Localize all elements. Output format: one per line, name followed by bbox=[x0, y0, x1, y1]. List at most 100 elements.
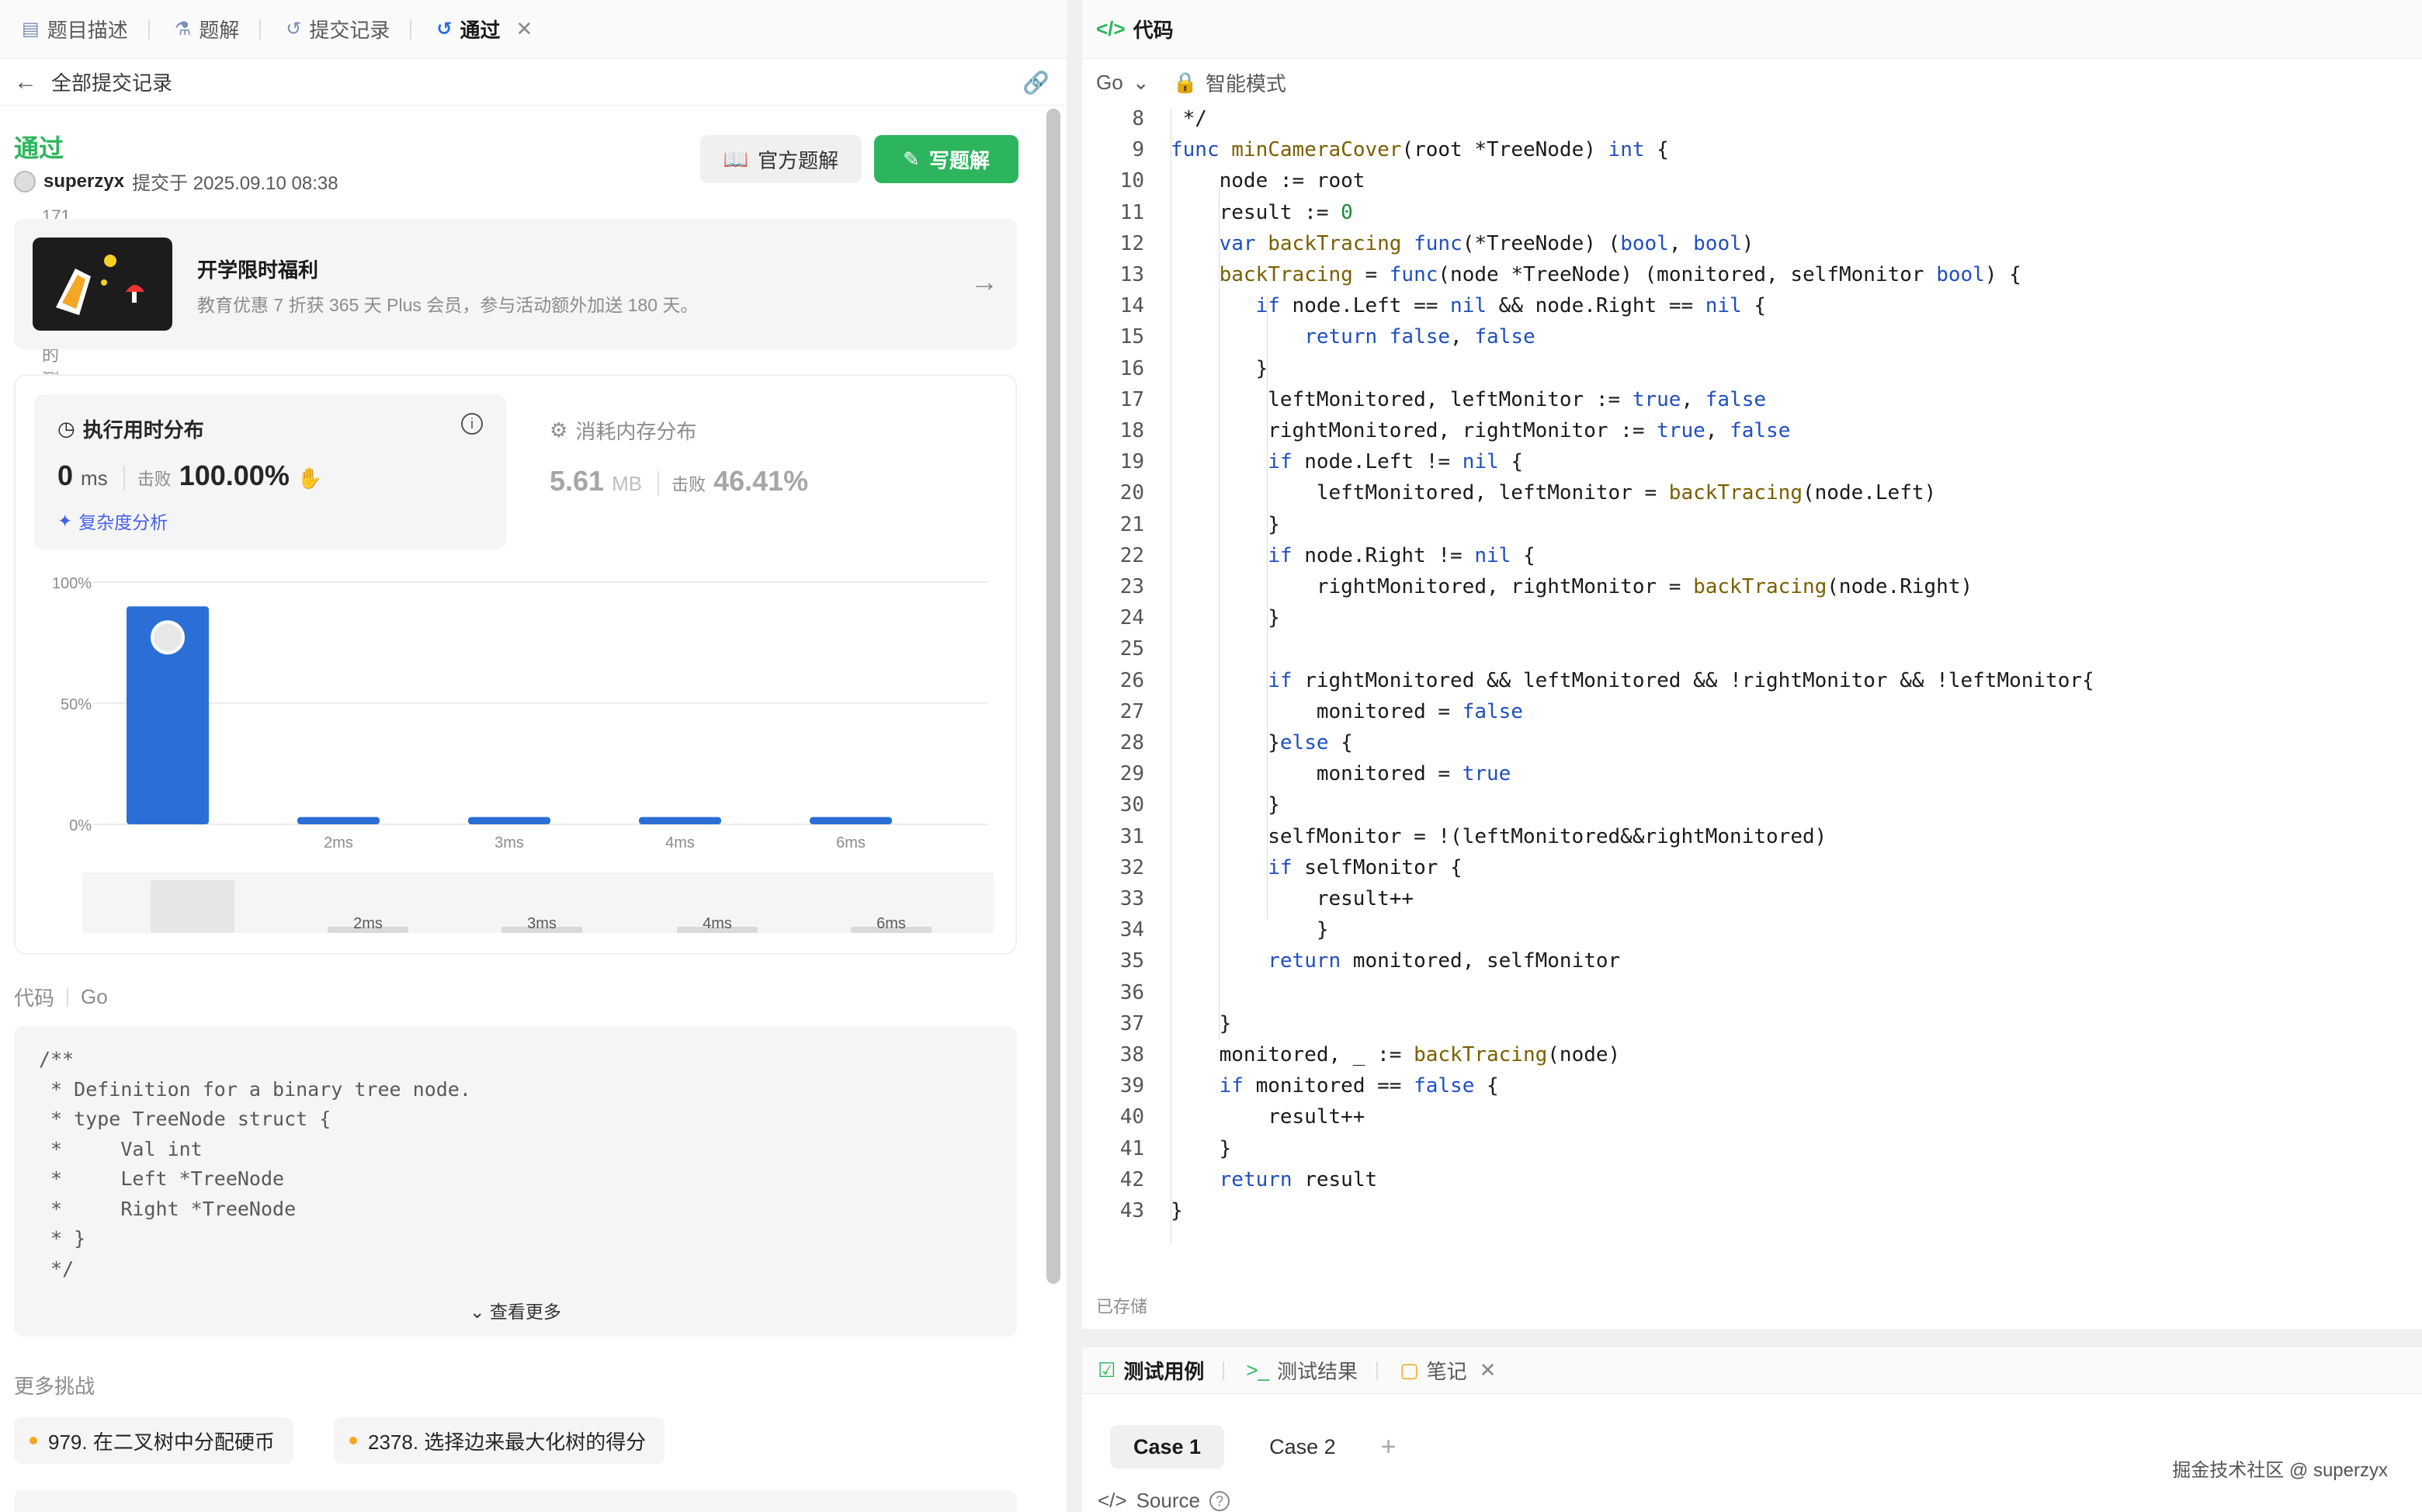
chart-bar[interactable] bbox=[810, 817, 892, 824]
help-icon[interactable]: ? bbox=[1209, 1490, 1230, 1511]
show-more-button[interactable]: ⌄ 查看更多 bbox=[14, 1296, 1017, 1337]
book-icon: 📖 bbox=[723, 147, 749, 171]
code-line[interactable]: } bbox=[1171, 513, 1280, 536]
vertical-splitter[interactable] bbox=[1067, 0, 1082, 1512]
arrow-right-icon[interactable]: → bbox=[970, 265, 998, 298]
line-number: 21 bbox=[1119, 512, 1144, 536]
language-select[interactable]: Go ⌄ bbox=[1096, 71, 1149, 95]
code-line[interactable]: backTracing = func(node *TreeNode) (moni… bbox=[1171, 263, 2021, 286]
official-solution-button[interactable]: 📖 官方题解 bbox=[700, 135, 862, 183]
code-line[interactable]: return monitored, selfMonitor bbox=[1171, 949, 1620, 973]
code-line[interactable]: leftMonitored, leftMonitor = backTracing… bbox=[1171, 481, 1936, 505]
code-line[interactable]: leftMonitored, leftMonitor := true, fals… bbox=[1171, 388, 1766, 411]
code-line[interactable]: selfMonitor = !(leftMonitored&&rightMoni… bbox=[1171, 825, 1827, 848]
code-line[interactable]: }else { bbox=[1171, 731, 1353, 754]
chart-bar[interactable] bbox=[468, 817, 550, 824]
tab-solutions[interactable]: ⚗ 题解 bbox=[162, 0, 274, 59]
line-number: 40 bbox=[1119, 1105, 1144, 1129]
code-line[interactable]: } bbox=[1171, 1012, 1232, 1035]
navigator-window[interactable] bbox=[151, 880, 234, 933]
close-icon[interactable]: ✕ bbox=[1480, 1358, 1497, 1382]
promo-banner[interactable]: 开学限时福利 教育优惠 7 折获 365 天 Plus 会员，参与活动额外加送 … bbox=[14, 219, 1017, 349]
sparkle-icon: ✦ bbox=[57, 510, 73, 531]
code-line[interactable]: result++ bbox=[1171, 887, 1414, 910]
tab-testcase[interactable]: ☑ 测试用例 bbox=[1098, 1356, 1235, 1385]
case-2-tab[interactable]: Case 2 bbox=[1246, 1425, 1359, 1469]
line-number: 22 bbox=[1119, 543, 1144, 567]
back-arrow-icon[interactable]: ← bbox=[14, 69, 37, 95]
code-line[interactable]: monitored = true bbox=[1171, 762, 1511, 785]
code-line[interactable]: return false, false bbox=[1171, 325, 1535, 349]
code-line[interactable]: if rightMonitored && leftMonitored && !r… bbox=[1171, 669, 2094, 692]
submitted-code: /** * Definition for a binary tree node.… bbox=[14, 1026, 1017, 1337]
code-line[interactable]: } bbox=[1171, 1199, 1183, 1222]
source-label: Source bbox=[1136, 1489, 1200, 1512]
line-number: 11 bbox=[1119, 200, 1144, 224]
link-icon[interactable]: 🔗 bbox=[1022, 70, 1050, 95]
username[interactable]: superzyx bbox=[43, 171, 124, 192]
tab-label: 题解 bbox=[199, 19, 240, 42]
left-scrollbar[interactable] bbox=[1046, 109, 1060, 1284]
back-label[interactable]: 全部提交记录 bbox=[51, 68, 172, 96]
code-line[interactable]: rightMonitored, rightMonitor = backTraci… bbox=[1171, 575, 1973, 598]
difficulty-dot bbox=[29, 1437, 37, 1444]
code-icon: </> bbox=[1096, 17, 1126, 40]
code-line[interactable]: } bbox=[1171, 793, 1280, 817]
code-line[interactable]: var backTracing func(*TreeNode) (bool, b… bbox=[1171, 232, 1754, 255]
code-line[interactable]: rightMonitored, rightMonitor := true, fa… bbox=[1171, 419, 1790, 442]
line-number: 19 bbox=[1119, 450, 1144, 474]
code-line[interactable]: result++ bbox=[1171, 1105, 1365, 1129]
source-toggle[interactable]: </> Source ? bbox=[1098, 1489, 1230, 1512]
code-line[interactable]: return result bbox=[1171, 1168, 1378, 1191]
code-line[interactable]: if monitored == false { bbox=[1171, 1074, 1499, 1098]
line-number: 9 bbox=[1132, 138, 1144, 162]
challenge-label: 2378. 选择边来最大化树的得分 bbox=[368, 1430, 647, 1454]
tab-description[interactable]: ▤ 题目描述 bbox=[9, 0, 162, 59]
line-number: 12 bbox=[1119, 231, 1144, 255]
y-tick-label: 0% bbox=[69, 817, 92, 834]
code-line[interactable]: if selfMonitor { bbox=[1171, 856, 1462, 879]
code-line[interactable]: if node.Left != nil { bbox=[1171, 450, 1523, 473]
write-solution-button[interactable]: ✎ 写题解 bbox=[874, 135, 1018, 183]
complexity-label: 复杂度分析 bbox=[78, 512, 168, 532]
chart-bar[interactable] bbox=[639, 817, 721, 824]
code-line[interactable]: } bbox=[1171, 1137, 1232, 1160]
indent-guide bbox=[1267, 297, 1268, 919]
code-editor[interactable]: 8 */ 9 func minCameraCover(root *TreeNode)… bbox=[1082, 104, 2422, 1284]
challenge-chip-2378[interactable]: 2378. 选择边来最大化树的得分 bbox=[334, 1417, 665, 1464]
tab-test-result[interactable]: >_ 测试结果 bbox=[1246, 1356, 1389, 1385]
case-1-tab[interactable]: Case 1 bbox=[1110, 1425, 1225, 1469]
add-case-icon[interactable]: + bbox=[1381, 1432, 1397, 1462]
info-icon[interactable]: i bbox=[461, 413, 483, 435]
code-line[interactable]: } bbox=[1171, 918, 1329, 942]
runtime-unit: ms bbox=[81, 466, 108, 490]
tab-notes[interactable]: ▢ 笔记 ✕ bbox=[1400, 1356, 1507, 1385]
close-icon[interactable]: ✕ bbox=[515, 17, 533, 41]
code-line[interactable]: func minCameraCover(root *TreeNode) int … bbox=[1171, 138, 1669, 161]
memory-card[interactable]: ⚙ 消耗内存分布 5.61 MB 击败 46.41% bbox=[550, 416, 808, 498]
show-more-label: 查看更多 bbox=[489, 1302, 561, 1322]
horizontal-splitter[interactable] bbox=[1082, 1329, 2422, 1347]
line-number: 42 bbox=[1119, 1167, 1144, 1191]
complexity-link[interactable]: ✦ 复杂度分析 bbox=[57, 508, 168, 534]
line-number: 35 bbox=[1119, 949, 1144, 973]
runtime-card[interactable]: ◷ 执行用时分布 i 0 ms 击败 100.00% ✋ ✦ 复杂度分析 bbox=[34, 394, 506, 550]
tab-label: 测试结果 bbox=[1276, 1360, 1358, 1383]
tab-accepted[interactable]: ↺ 通过 ✕ bbox=[424, 0, 545, 59]
button-label: 官方题解 bbox=[758, 148, 839, 172]
challenge-chip-979[interactable]: 979. 在二叉树中分配硬币 bbox=[14, 1417, 293, 1464]
chart-bar[interactable] bbox=[297, 817, 380, 824]
code-line[interactable]: node := root bbox=[1171, 169, 1365, 192]
code-line[interactable]: */ bbox=[1171, 107, 1207, 130]
code-line[interactable]: monitored = false bbox=[1171, 700, 1523, 723]
code-line[interactable]: result := 0 bbox=[1171, 201, 1353, 224]
smart-mode-toggle[interactable]: 🔒 智能模式 bbox=[1172, 68, 1286, 97]
memory-unit: MB bbox=[612, 472, 643, 495]
submitter: superzyx 提交于 2025.09.10 08:38 bbox=[14, 168, 338, 195]
clap-icon: ✋ bbox=[297, 466, 323, 490]
code-line[interactable]: if node.Right != nil { bbox=[1171, 544, 1535, 567]
code-line[interactable]: monitored, _ := backTracing(node) bbox=[1171, 1043, 1621, 1066]
code-line[interactable]: } bbox=[1171, 606, 1280, 629]
tab-submissions[interactable]: ↺ 提交记录 bbox=[273, 0, 424, 59]
code-line[interactable]: if node.Left == nil && node.Right == nil… bbox=[1171, 294, 1766, 317]
